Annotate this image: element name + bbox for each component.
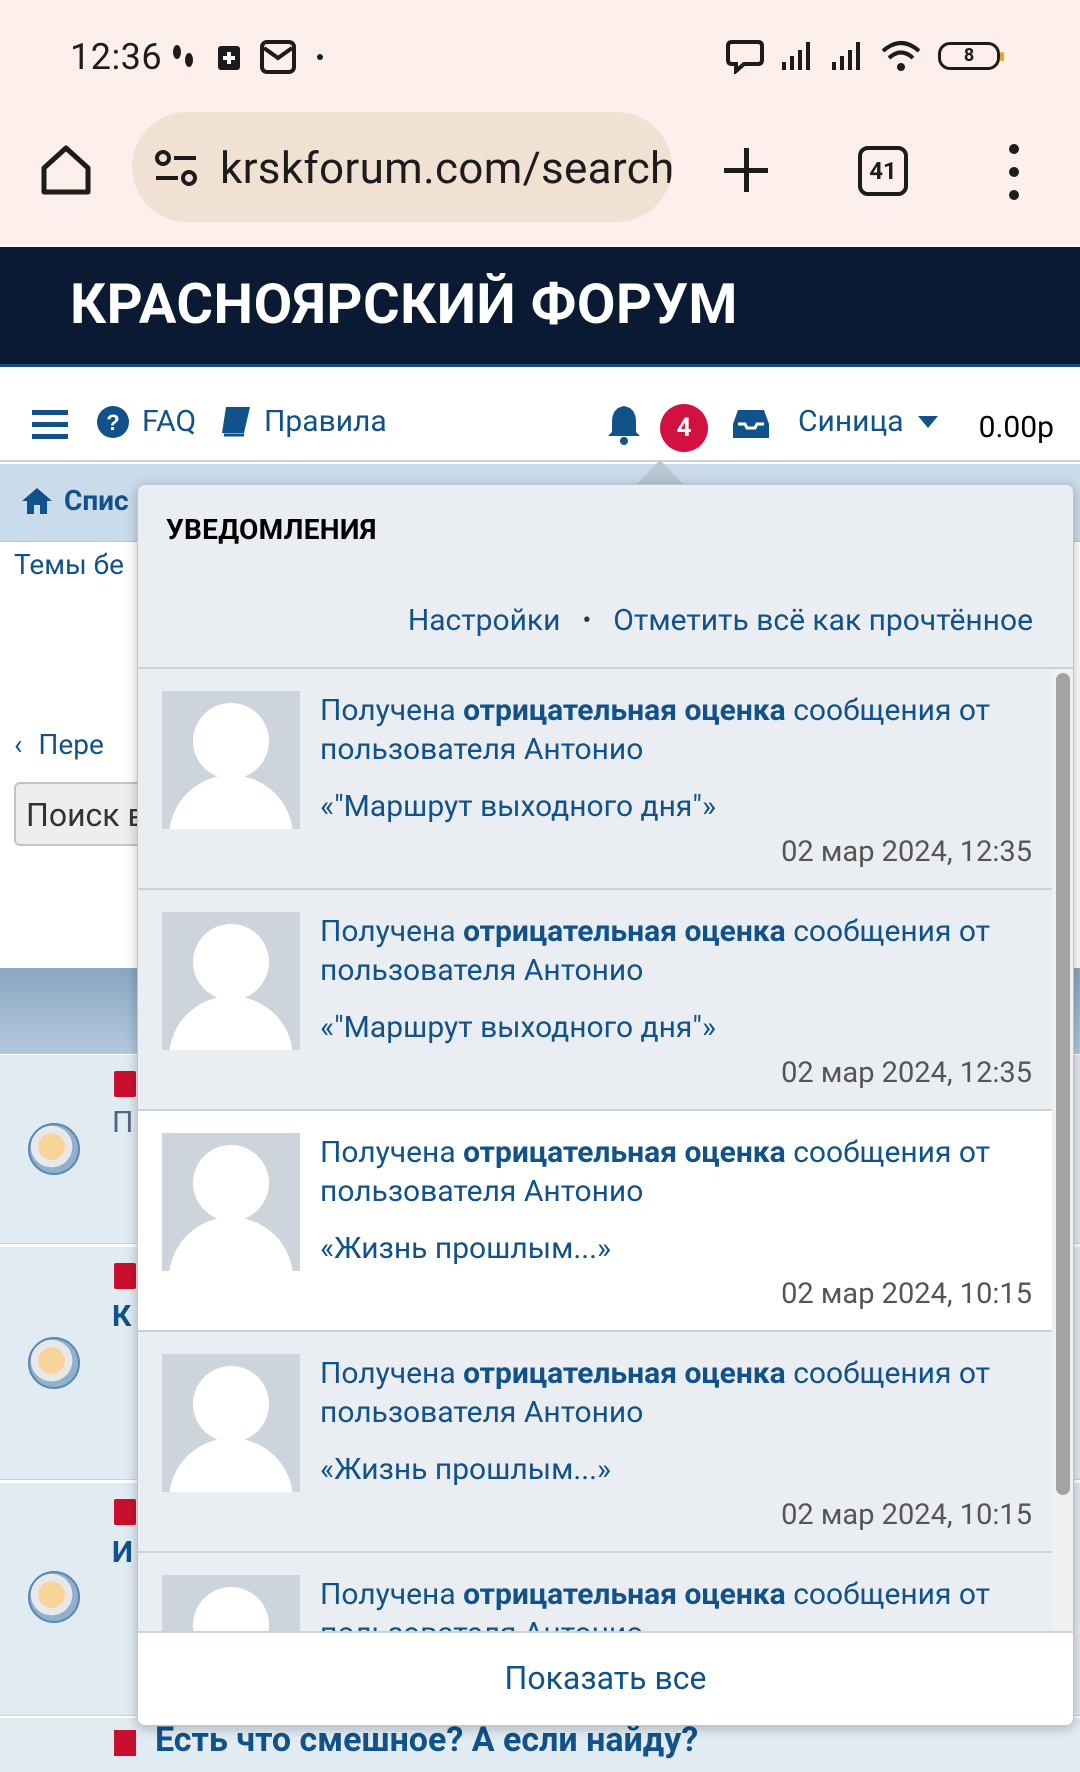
site-header: КРАСНОЯРСКИЙ ФОРУМ [0,247,1080,367]
notification-time: 02 мар 2024, 10:15 [781,1277,1032,1311]
book-icon [222,406,250,436]
show-all-link[interactable]: Показать все [505,1659,707,1697]
notifications-footer: Показать все [138,1631,1073,1725]
status-time: 12:36 [70,36,163,78]
file-icon [114,1730,136,1756]
dropdown-pointer [636,460,684,485]
forum-navbar: ? FAQ Правила 4 Синица 0.00р [0,370,1080,462]
notifications-dropdown: УВЕДОМЛЕНИЯ Настройки • Отметить всё как… [137,484,1074,1726]
notification-time: 02 мар 2024, 12:35 [781,1056,1032,1090]
topic-status-icon [28,1123,80,1175]
notification-topic[interactable]: «Жизнь прошлым...» [320,1231,611,1266]
avatar [162,691,300,829]
inbox-icon[interactable] [732,408,770,440]
notification-time: 02 мар 2024, 10:15 [781,1498,1032,1532]
topic-title[interactable]: Есть что смешное? А если найду? [155,1720,698,1760]
user-menu[interactable]: Синица [798,404,940,439]
topic-text: И [112,1535,133,1570]
topics-link[interactable]: Темы бе [14,548,124,581]
rules-link[interactable]: Правила [218,404,387,439]
question-circle-icon: ? [97,405,129,438]
notification-scrollbar[interactable] [1052,669,1073,1631]
notification-settings-link[interactable]: Настройки [408,603,561,638]
file-icon [114,1071,136,1097]
back-link[interactable]: ‹ Пере [14,728,104,761]
notification-item[interactable]: Получена отрицательная оценка сообщения … [138,1111,1054,1332]
file-icon [114,1499,136,1525]
notification-text[interactable]: Получена отрицательная оценка сообщения … [320,912,1020,990]
faq-link[interactable]: ? FAQ [96,404,196,439]
topic-text: П [112,1105,134,1140]
browser-toolbar: krskforum.com/search 41 [0,108,1080,246]
site-settings-icon[interactable] [154,148,198,188]
topic-row[interactable]: Есть что смешное? А если найду? [0,1718,1080,1772]
notification-text[interactable]: Получена отрицательная оценка сообщения … [320,1575,1020,1631]
wifi-icon [881,41,921,71]
username-label[interactable]: Синица [798,404,904,439]
notification-time: 02 мар 2024, 12:35 [781,835,1032,869]
bell-icon[interactable] [606,404,642,446]
breadcrumb-link[interactable]: Спис [20,484,129,517]
notification-text[interactable]: Получена отрицательная оценка сообщения … [320,691,1020,769]
battery-indicator: 8 [938,42,1004,70]
tab-switcher-button[interactable]: 41 [858,146,908,196]
topic-text: К [112,1299,132,1334]
file-icon [114,1263,136,1289]
notifications-actions: Настройки • Отметить всё как прочтённое [408,603,1033,638]
separator-dot: • [582,605,592,636]
signal-icon-1 [782,42,810,70]
footsteps-icon [173,45,193,67]
site-title[interactable]: КРАСНОЯРСКИЙ ФОРУМ [70,271,738,337]
breadcrumb-label[interactable]: Спис [64,484,129,517]
notification-count-badge[interactable]: 4 [660,404,708,452]
credits-balance: 0.00р [978,410,1054,445]
notification-text[interactable]: Получена отрицательная оценка сообщения … [320,1133,1020,1211]
notification-topic[interactable]: «"Маршрут выходного дня"» [320,789,716,824]
status-left-icons [168,40,326,74]
status-bar: 12:36 8 [0,0,1080,108]
sim-plus-icon [218,46,240,70]
topic-status-icon [28,1571,80,1623]
notification-text[interactable]: Получена отрицательная оценка сообщения … [320,1354,1020,1432]
signal-icon-2 [832,42,860,70]
home-icon [22,487,52,514]
browser-menu-icon[interactable] [1006,144,1022,200]
new-tab-icon[interactable] [720,144,772,196]
back-link-label[interactable]: Пере [38,728,103,761]
chevron-left-icon: ‹ [14,728,23,761]
avatar [162,912,300,1050]
hamburger-menu-icon[interactable] [32,410,68,440]
notification-item[interactable]: Получена отрицательная оценка сообщения … [138,1332,1054,1553]
notification-list: Получена отрицательная оценка сообщения … [138,669,1054,1631]
scrollbar-thumb[interactable] [1056,673,1070,1495]
topic-status-icon [28,1337,80,1389]
notification-topic[interactable]: «"Маршрут выходного дня"» [320,1010,716,1045]
notification-item[interactable]: Получена отрицательная оценка сообщения … [138,890,1054,1111]
notifications-header: УВЕДОМЛЕНИЯ Настройки • Отметить всё как… [138,485,1073,669]
home-icon[interactable] [38,142,94,198]
caret-down-icon [917,415,938,428]
notification-item[interactable]: Получена отрицательная оценка сообщения … [138,669,1054,890]
address-bar[interactable]: krskforum.com/search [132,112,672,222]
dot-icon [317,54,323,60]
svg-text:?: ? [106,410,119,435]
chat-icon [726,40,764,74]
mail-icon [260,40,296,74]
faq-label[interactable]: FAQ [142,404,196,439]
avatar [162,1133,300,1271]
avatar [162,1354,300,1492]
notification-item[interactable]: Получена отрицательная оценка сообщения … [138,1553,1054,1631]
url-text[interactable]: krskforum.com/search [220,142,672,194]
notification-topic[interactable]: «Жизнь прошлым...» [320,1452,611,1487]
status-right-icons: 8 [726,38,1004,74]
rules-label[interactable]: Правила [264,404,387,439]
notifications-title: УВЕДОМЛЕНИЯ [166,513,377,546]
mark-all-read-link[interactable]: Отметить всё как прочтённое [613,603,1033,638]
avatar [162,1575,300,1631]
